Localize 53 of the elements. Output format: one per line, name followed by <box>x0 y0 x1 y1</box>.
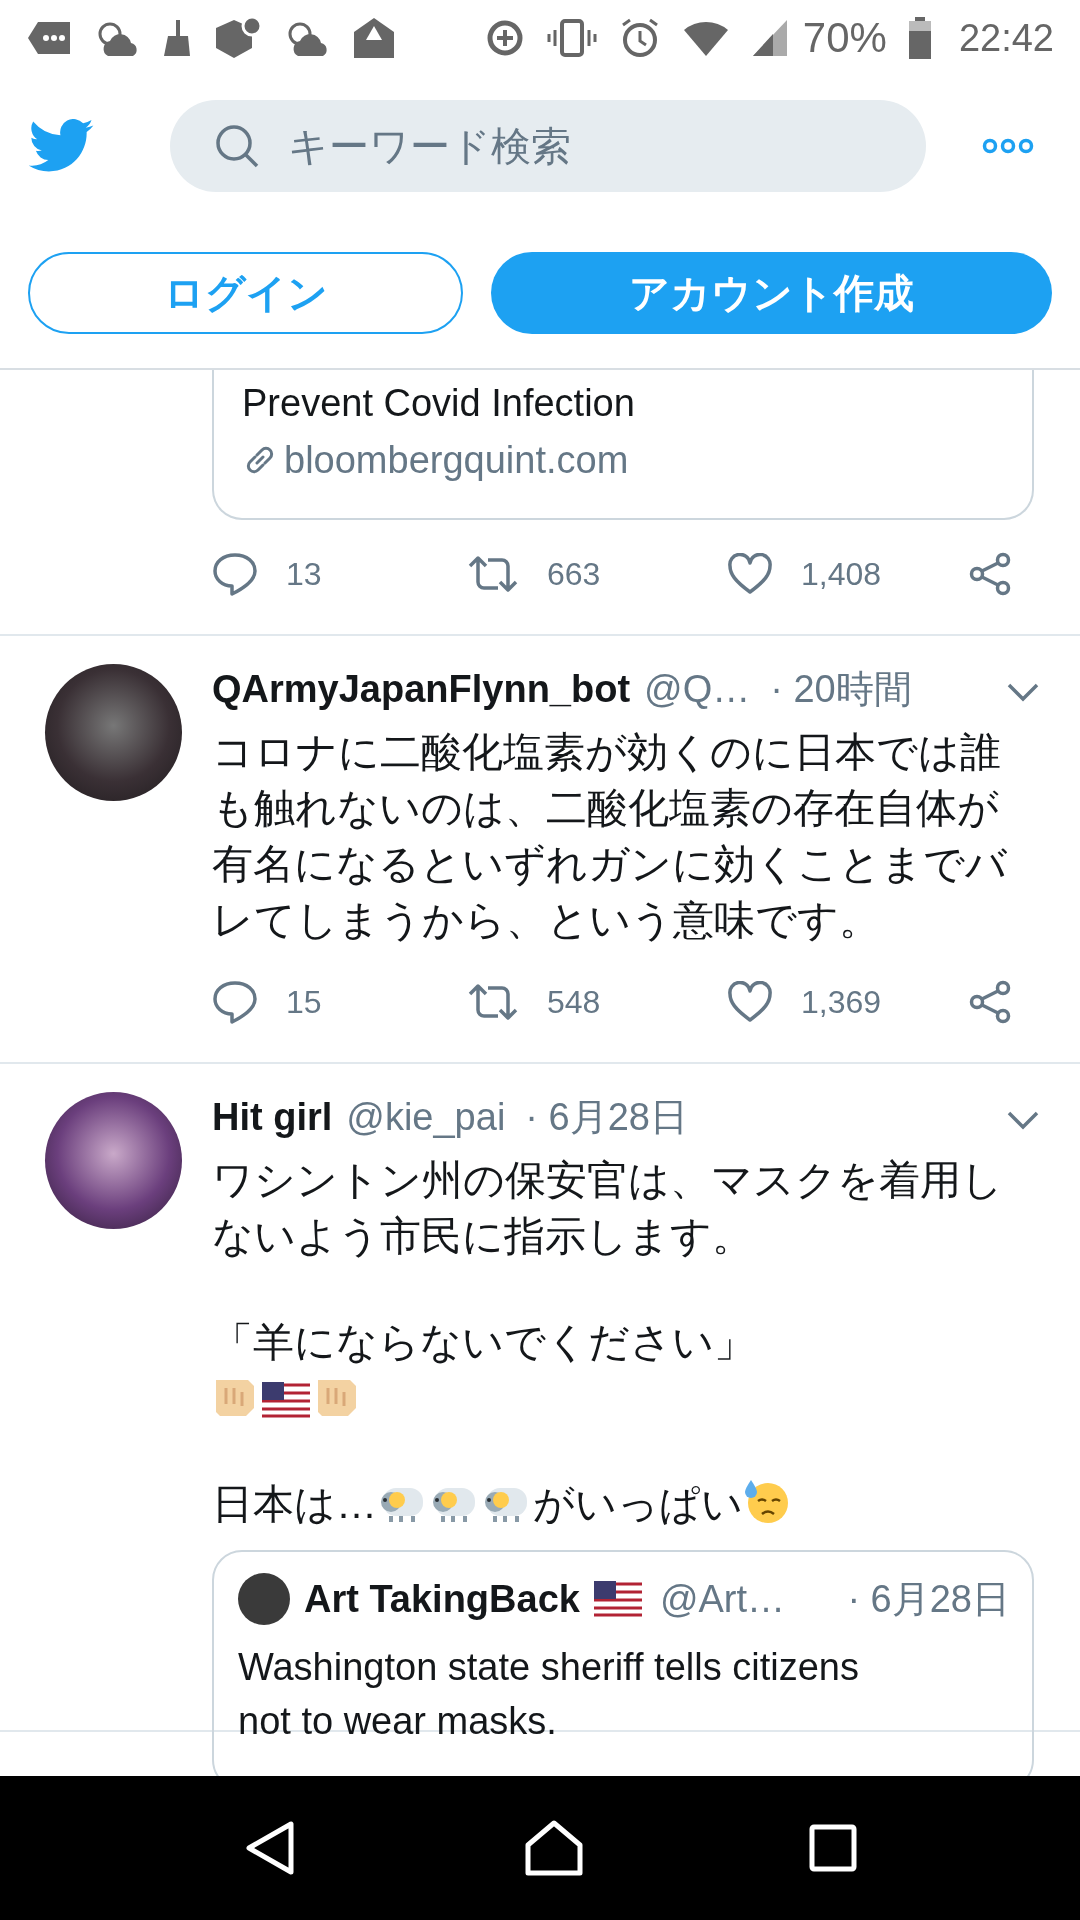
reply-count: 13 <box>286 555 322 593</box>
tweet-text: コロナに二酸化塩素が効くのに日本では誰も触れないのは、二酸化塩素の存在自体が有名になるといずれガンに効くことまでバレてしまうから、という意味です。 <box>212 729 1007 943</box>
user-name[interactable]: Hit girl <box>212 1096 333 1139</box>
quoted-tweet-text: Washington state sheriff tells citizens not to wear masks. <box>238 1645 860 1744</box>
user-handle: @Q… <box>644 668 751 711</box>
tweet-text: ワシントン州の保安官は、マスクを着用しないよう市民に指示します。 <box>212 1157 1003 1259</box>
card-domain: bloombergquint.com <box>284 438 629 483</box>
user-handle: @kie_pai <box>346 1096 506 1139</box>
home-icon[interactable] <box>524 1819 584 1877</box>
more-icon[interactable] <box>982 138 1034 154</box>
sweat-face-emoji-icon <box>743 1478 789 1524</box>
user-name[interactable]: Art TakingBack <box>304 1577 580 1621</box>
mail-warning-icon <box>352 16 396 60</box>
vibrate-icon <box>546 18 597 58</box>
card-title: Prevent Covid Infection <box>242 381 636 426</box>
like-count: 1,369 <box>801 983 882 1021</box>
tweet-time: · 6月28日 <box>847 1576 1010 1622</box>
retweet-count: 663 <box>547 555 601 593</box>
user-name[interactable]: QArmyJapanFlynn_bot <box>212 668 631 711</box>
tweet-text: 日本は… <box>212 1481 377 1527</box>
heart-icon[interactable] <box>727 553 773 595</box>
chevron-down-icon[interactable] <box>1006 682 1040 702</box>
tweet-text: 「羊にならないでください」 <box>212 1319 755 1365</box>
reply-icon[interactable] <box>212 980 258 1024</box>
share-icon[interactable] <box>967 552 1013 596</box>
reply-icon[interactable] <box>212 552 258 596</box>
share-icon[interactable] <box>967 980 1013 1024</box>
retweet-icon[interactable] <box>467 554 519 594</box>
broom-icon <box>162 18 192 58</box>
like-count: 1,408 <box>801 555 882 593</box>
chevron-down-icon[interactable] <box>1006 1110 1040 1130</box>
battery-percentage: 70% <box>802 14 887 62</box>
tweet-text: がいっぱい <box>533 1481 743 1527</box>
avatar[interactable] <box>238 1573 290 1625</box>
tweet-time: · 6月28日 <box>525 1095 688 1140</box>
search-icon <box>214 123 260 169</box>
flag-emoji-icon <box>593 1581 642 1617</box>
tweet-time: · 20時間 <box>770 667 912 712</box>
retweet-icon[interactable] <box>467 982 519 1022</box>
bird-logo-icon[interactable] <box>28 119 94 173</box>
battery-icon <box>908 17 931 59</box>
app-icon <box>214 16 262 60</box>
search-field[interactable]: キーワード検索 <box>170 100 926 192</box>
heart-icon[interactable] <box>727 981 773 1023</box>
message-icon <box>28 20 72 56</box>
retweet-count: 548 <box>547 983 601 1021</box>
signal-icon <box>750 18 789 58</box>
flag-emoji-icon <box>262 1382 310 1418</box>
link-card[interactable]: Prevent Covid Infection bloombergquint.com <box>212 370 1034 520</box>
clock-time: 22:42 <box>958 16 1054 60</box>
reply-count: 15 <box>286 983 322 1021</box>
user-handle: @Art… <box>659 1577 786 1621</box>
recent-apps-icon[interactable] <box>809 1824 858 1872</box>
